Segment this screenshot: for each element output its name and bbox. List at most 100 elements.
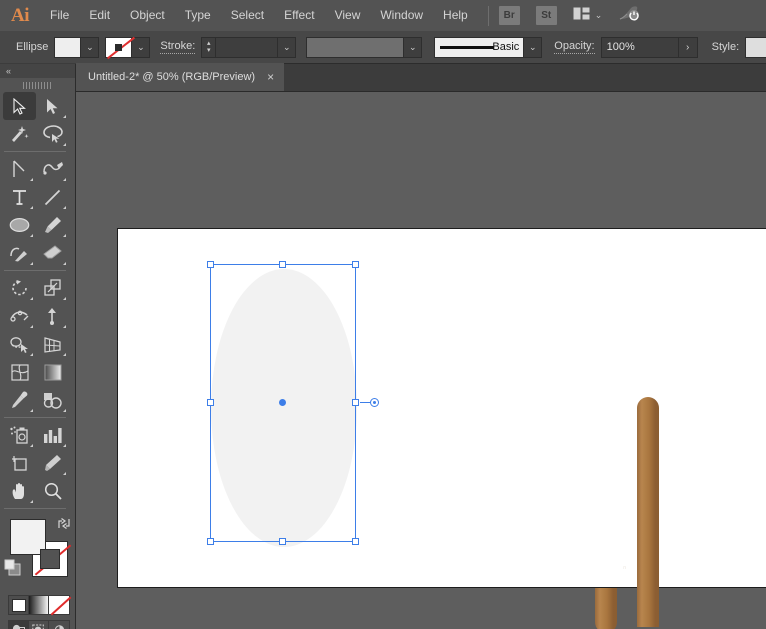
stepper-up-icon[interactable]: ▴ [207, 40, 211, 47]
ellipse-tool[interactable] [3, 211, 36, 239]
menu-item-edit[interactable]: Edit [79, 0, 120, 31]
stroke-weight-chevron-down-icon[interactable]: ⌄ [278, 37, 296, 58]
shape-builder-tool[interactable] [3, 330, 36, 358]
menu-item-effect[interactable]: Effect [274, 0, 324, 31]
stroke-weight-stepper[interactable]: ▴ ▾ [201, 37, 216, 58]
symbol-sprayer-tool[interactable] [3, 421, 36, 449]
selection-tool[interactable] [3, 92, 36, 120]
direct-selection-tool[interactable] [36, 92, 69, 120]
selection-handle-middle-right[interactable] [352, 399, 359, 406]
scale-tool[interactable] [36, 274, 69, 302]
gradient-button[interactable] [29, 596, 49, 614]
variable-width-profile-preview[interactable] [306, 37, 404, 58]
opacity-input[interactable]: 100% [601, 37, 679, 58]
tool-flyout-indicator [30, 444, 33, 447]
bridge-button[interactable]: Br [499, 6, 520, 25]
default-fill-stroke-icon[interactable] [4, 559, 22, 582]
graphic-style-swatch[interactable] [745, 37, 766, 58]
opacity-label[interactable]: Opacity: [554, 40, 594, 54]
none-button[interactable] [49, 596, 69, 614]
graphic-style-control[interactable]: ⌄ [745, 37, 766, 58]
gradient-tool[interactable] [36, 358, 69, 386]
zoom-tool[interactable] [36, 477, 69, 505]
stock-button[interactable]: St [536, 6, 557, 25]
close-icon[interactable]: × [267, 71, 274, 83]
draw-behind-button[interactable] [29, 621, 49, 629]
paintbrush-tool[interactable] [36, 211, 69, 239]
selection-handle-top-right[interactable] [352, 261, 359, 268]
tool-flyout-indicator [63, 409, 66, 412]
selection-handle-bottom-center[interactable] [279, 538, 286, 545]
variable-width-profile-control[interactable]: ⌄ [306, 37, 422, 58]
fill-color-control[interactable]: ⌄ [54, 37, 99, 58]
eraser-tool[interactable] [36, 239, 69, 267]
stroke-swatch-center [40, 549, 60, 569]
rotation-widget-handle[interactable] [370, 398, 379, 407]
menu-item-object[interactable]: Object [120, 0, 175, 31]
brush-chevron-down-icon[interactable]: ⌄ [524, 37, 542, 58]
brush-definition-preview[interactable]: Basic [434, 37, 524, 58]
brush-stroke-preview-icon [440, 46, 494, 49]
menu-item-help[interactable]: Help [433, 0, 478, 31]
swap-fill-stroke-icon[interactable] [57, 517, 71, 535]
stepper-down-icon[interactable]: ▾ [207, 47, 211, 54]
stroke-color-control[interactable]: ⌄ [105, 37, 150, 58]
pen-tool[interactable] [3, 155, 36, 183]
tools-divider [4, 417, 66, 418]
menu-item-type[interactable]: Type [175, 0, 221, 31]
selection-handle-top-left[interactable] [207, 261, 214, 268]
hand-tool[interactable] [3, 477, 36, 505]
stroke-chevron-down-icon[interactable]: ⌄ [132, 37, 150, 58]
artboard-tool[interactable] [3, 449, 36, 477]
selection-handle-middle-left[interactable] [207, 399, 214, 406]
opacity-panel-arrow-icon[interactable]: › [679, 37, 698, 58]
shaper-tool[interactable] [3, 239, 36, 267]
magic-wand-tool[interactable] [3, 120, 36, 148]
variable-width-chevron-down-icon[interactable]: ⌄ [404, 37, 422, 58]
opacity-control[interactable]: 100% › [601, 37, 698, 58]
free-transform-tool[interactable] [36, 302, 69, 330]
curvature-tool[interactable] [36, 155, 69, 183]
rotate-tool[interactable] [3, 274, 36, 302]
stroke-color-swatch[interactable] [105, 37, 132, 58]
stick-object-overflow[interactable] [595, 588, 617, 629]
canvas-area[interactable]: ⁿ [76, 92, 766, 629]
stroke-weight-input[interactable] [216, 37, 278, 58]
menu-item-select[interactable]: Select [221, 0, 274, 31]
arrange-documents-button[interactable]: ⌄ [573, 7, 603, 25]
eyedropper-tool[interactable] [3, 386, 36, 414]
perspective-grid-tool[interactable] [36, 330, 69, 358]
blend-tool[interactable] [36, 386, 69, 414]
stick-object[interactable] [637, 397, 659, 627]
color-button[interactable] [9, 596, 29, 614]
menu-item-window[interactable]: Window [370, 0, 433, 31]
fill-chevron-down-icon[interactable]: ⌄ [81, 37, 99, 58]
line-segment-tool[interactable] [36, 183, 69, 211]
sync-settings-button[interactable] [618, 5, 640, 27]
tool-flyout-indicator [63, 115, 66, 118]
tool-flyout-indicator [63, 325, 66, 328]
stroke-weight-control[interactable]: ▴ ▾ ⌄ [201, 37, 296, 58]
draw-normal-button[interactable] [9, 621, 29, 629]
fill-color-swatch[interactable] [54, 37, 81, 58]
lasso-tool[interactable] [36, 120, 69, 148]
tools-panel-grip[interactable] [0, 78, 75, 92]
tool-flyout-indicator [30, 206, 33, 209]
selection-handle-top-center[interactable] [279, 261, 286, 268]
brush-definition-control[interactable]: Basic ⌄ [434, 37, 542, 58]
collapse-panel-button[interactable]: « [0, 64, 75, 78]
draw-inside-button[interactable] [49, 621, 69, 629]
menu-item-file[interactable]: File [40, 0, 79, 31]
document-tab[interactable]: Untitled-2* @ 50% (RGB/Preview) × [76, 63, 284, 91]
menu-item-view[interactable]: View [325, 0, 371, 31]
selection-handle-bottom-left[interactable] [207, 538, 214, 545]
column-graph-tool[interactable] [36, 421, 69, 449]
slice-tool[interactable] [36, 449, 69, 477]
mesh-tool[interactable] [3, 358, 36, 386]
width-tool[interactable] [3, 302, 36, 330]
stroke-weight-label[interactable]: Stroke: [160, 40, 195, 54]
tool-flyout-indicator [63, 353, 66, 356]
selection-handle-bottom-right[interactable] [352, 538, 359, 545]
type-tool[interactable] [3, 183, 36, 211]
grip-lines-icon [23, 82, 53, 89]
